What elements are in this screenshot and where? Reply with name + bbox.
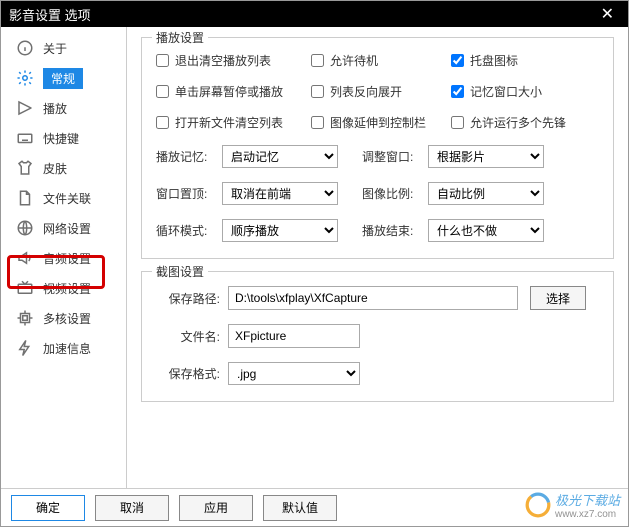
- checkbox-label: 单击屏幕暂停或播放: [175, 83, 283, 100]
- select-label: 循环模式:: [156, 222, 222, 239]
- group-title: 截图设置: [152, 263, 208, 280]
- checkbox-label: 列表反向展开: [330, 83, 402, 100]
- checkbox-label: 记忆窗口大小: [470, 83, 542, 100]
- select-play-memory[interactable]: 启动记忆: [222, 145, 338, 168]
- filename-input[interactable]: [228, 324, 360, 348]
- checkbox-label: 图像延伸到控制栏: [330, 114, 426, 131]
- select-window-top[interactable]: 取消在前端: [222, 182, 338, 205]
- sidebar-item-label: 播放: [43, 100, 67, 117]
- checkbox-allow-multi[interactable]: [451, 116, 464, 129]
- sidebar-item-accel[interactable]: 加速信息: [1, 333, 126, 363]
- sidebar-item-label: 音频设置: [43, 250, 91, 267]
- checkbox-remember-size[interactable]: [451, 85, 464, 98]
- sidebar: 关于 常规 播放 快捷键: [1, 27, 127, 488]
- checkbox-open-clear[interactable]: [156, 116, 169, 129]
- select-label: 图像比例:: [362, 185, 428, 202]
- apply-button[interactable]: 应用: [179, 495, 253, 521]
- select-adjust-window[interactable]: 根据影片: [428, 145, 544, 168]
- select-format[interactable]: .jpg: [228, 362, 360, 385]
- info-icon: [15, 38, 35, 58]
- field-label: 文件名:: [156, 328, 228, 345]
- checkbox-list-reverse[interactable]: [311, 85, 324, 98]
- browse-button[interactable]: 选择: [530, 286, 586, 310]
- sidebar-item-audio[interactable]: 音频设置: [1, 243, 126, 273]
- select-label: 调整窗口:: [362, 148, 428, 165]
- keyboard-icon: [15, 128, 35, 148]
- sidebar-item-file-assoc[interactable]: 文件关联: [1, 183, 126, 213]
- titlebar: 影音设置 选项 ✕: [1, 1, 628, 27]
- tshirt-icon: [15, 158, 35, 178]
- sidebar-item-label: 加速信息: [43, 340, 91, 357]
- select-label: 播放记忆:: [156, 148, 222, 165]
- sidebar-item-video[interactable]: 视频设置: [1, 273, 126, 303]
- checkbox-allow-standby[interactable]: [311, 54, 324, 67]
- sidebar-item-label: 文件关联: [43, 190, 91, 207]
- checkbox-tray-icon[interactable]: [451, 54, 464, 67]
- cpu-icon: [15, 308, 35, 328]
- save-path-input[interactable]: [228, 286, 518, 310]
- content-panel: 播放设置 退出清空播放列表 允许待机 托盘图标: [127, 27, 628, 488]
- sidebar-item-about[interactable]: 关于: [1, 33, 126, 63]
- checkbox-label: 托盘图标: [470, 52, 518, 69]
- playback-settings-group: 播放设置 退出清空播放列表 允许待机 托盘图标: [141, 37, 614, 259]
- sidebar-item-label: 网络设置: [43, 220, 91, 237]
- globe-icon: [15, 218, 35, 238]
- checkbox-label: 退出清空播放列表: [175, 52, 271, 69]
- sidebar-item-skin[interactable]: 皮肤: [1, 153, 126, 183]
- checkbox-extend-controls[interactable]: [311, 116, 324, 129]
- sidebar-item-label: 关于: [43, 40, 67, 57]
- sidebar-item-playback[interactable]: 播放: [1, 93, 126, 123]
- checkbox-label: 打开新文件清空列表: [175, 114, 283, 131]
- gear-icon: [15, 68, 35, 88]
- select-label: 窗口置顶:: [156, 185, 222, 202]
- ok-button[interactable]: 确定: [11, 495, 85, 521]
- sidebar-item-general[interactable]: 常规: [1, 63, 126, 93]
- footer: 确定 取消 应用 默认值: [1, 488, 628, 526]
- sidebar-item-multicore[interactable]: 多核设置: [1, 303, 126, 333]
- tv-icon: [15, 278, 35, 298]
- checkbox-click-pause[interactable]: [156, 85, 169, 98]
- sidebar-item-label: 快捷键: [43, 130, 79, 147]
- sidebar-item-label: 视频设置: [43, 280, 91, 297]
- checkbox-clear-on-exit[interactable]: [156, 54, 169, 67]
- field-label: 保存格式:: [156, 365, 228, 382]
- bolt-icon: [15, 338, 35, 358]
- checkbox-label: 允许运行多个先锋: [470, 114, 566, 131]
- select-loop-mode[interactable]: 顺序播放: [222, 219, 338, 242]
- play-icon: [15, 98, 35, 118]
- sidebar-item-network[interactable]: 网络设置: [1, 213, 126, 243]
- close-icon[interactable]: ✕: [595, 4, 620, 24]
- checkbox-label: 允许待机: [330, 52, 378, 69]
- file-icon: [15, 188, 35, 208]
- window-title: 影音设置 选项: [9, 5, 595, 24]
- sidebar-item-label: 皮肤: [43, 160, 67, 177]
- cancel-button[interactable]: 取消: [95, 495, 169, 521]
- select-label: 播放结束:: [362, 222, 428, 239]
- select-image-ratio[interactable]: 自动比例: [428, 182, 544, 205]
- sidebar-item-label: 常规: [43, 68, 83, 89]
- group-title: 播放设置: [152, 29, 208, 46]
- screenshot-settings-group: 截图设置 保存路径: 选择 文件名: 保存格式: .jpg: [141, 271, 614, 402]
- select-play-end[interactable]: 什么也不做: [428, 219, 544, 242]
- speaker-icon: [15, 248, 35, 268]
- sidebar-item-label: 多核设置: [43, 310, 91, 327]
- field-label: 保存路径:: [156, 290, 228, 307]
- default-button[interactable]: 默认值: [263, 495, 337, 521]
- sidebar-item-hotkeys[interactable]: 快捷键: [1, 123, 126, 153]
